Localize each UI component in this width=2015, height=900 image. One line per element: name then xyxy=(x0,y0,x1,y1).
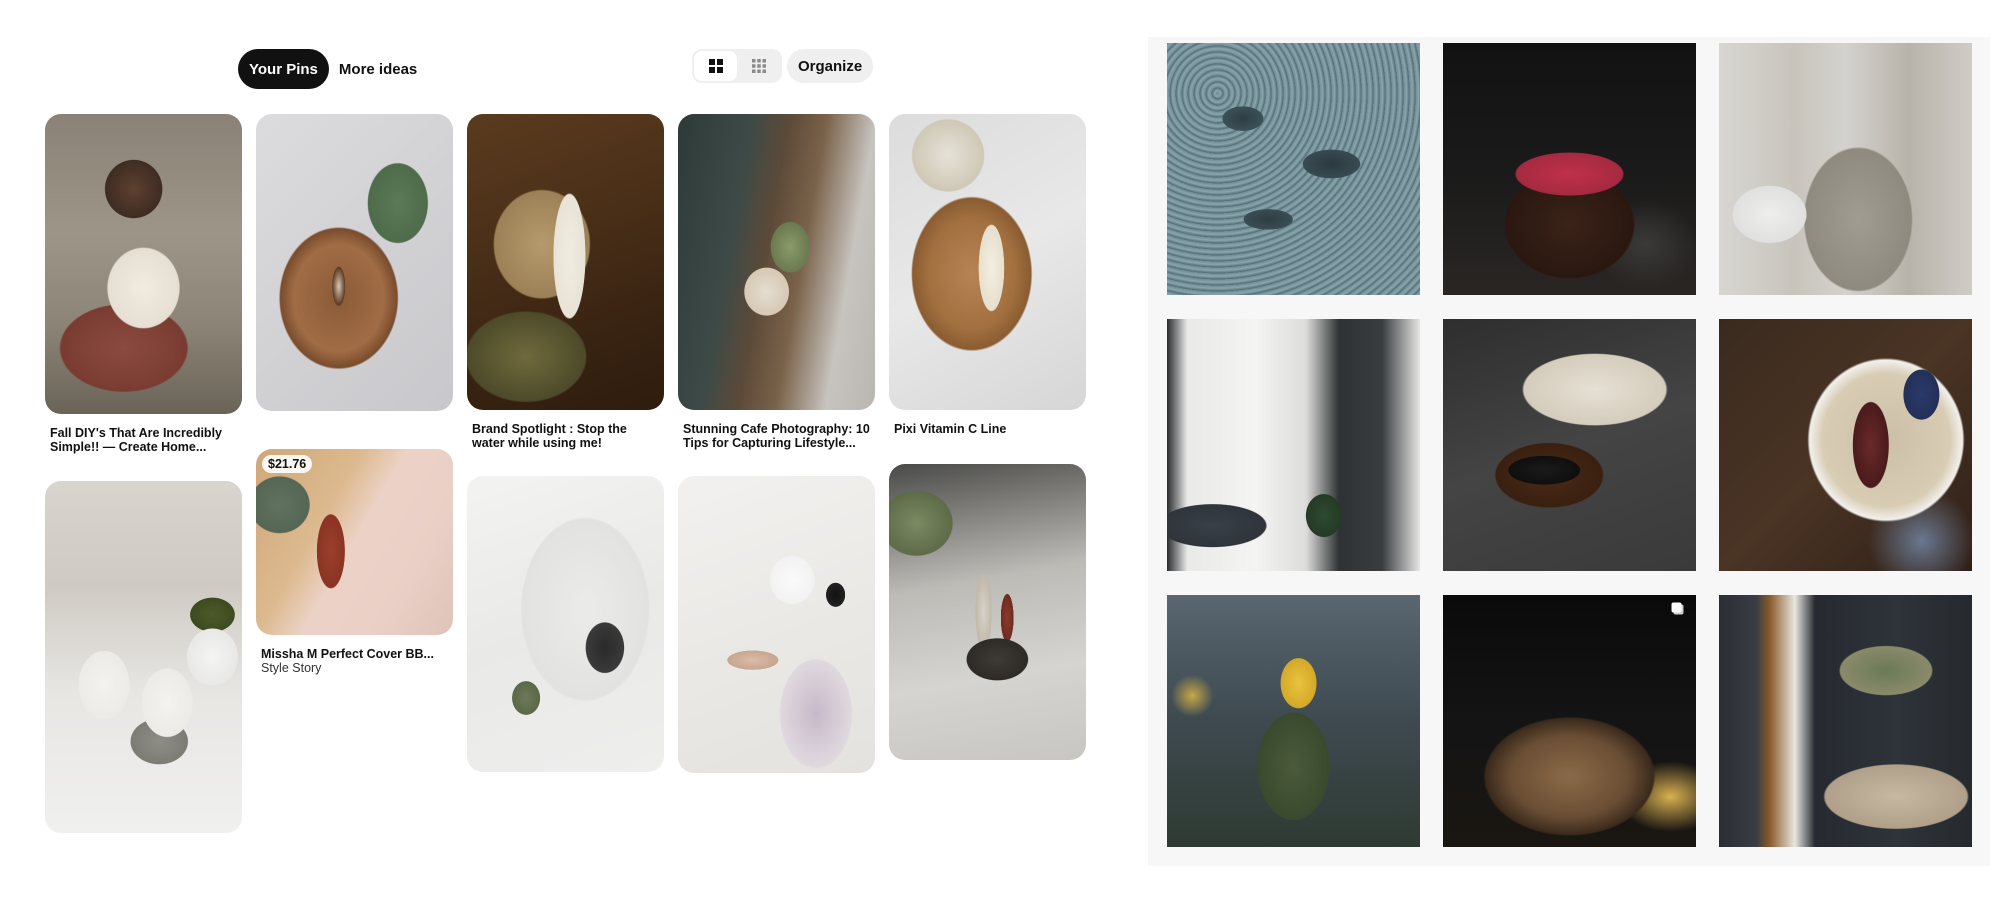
pin-subtitle: Style Story xyxy=(261,661,322,675)
photo-grid-panel xyxy=(1148,37,1990,866)
grid-2x2-icon xyxy=(708,59,723,73)
pin-title: Fall DIY's That Are Incredibly Simple!! … xyxy=(50,426,222,454)
grid-tile[interactable] xyxy=(1719,43,1972,295)
pin-card[interactable] xyxy=(45,481,242,833)
pin-image xyxy=(467,476,664,772)
default-view-button[interactable] xyxy=(694,51,737,81)
pin-card[interactable] xyxy=(467,476,664,772)
pins-tabs: Your Pins More ideas xyxy=(238,49,417,89)
grid-tile[interactable] xyxy=(1719,319,1972,571)
pin-card[interactable]: Pixi Vitamin C Line xyxy=(889,114,1086,436)
grid-tile[interactable] xyxy=(1719,595,1972,847)
grid-tile[interactable] xyxy=(1167,43,1420,295)
tab-more-ideas[interactable]: More ideas xyxy=(339,49,417,89)
pin-image xyxy=(45,481,242,833)
board-pins-panel: Your Pins More ideas Organize Fall DIY's… xyxy=(0,0,1120,900)
grid-tile[interactable] xyxy=(1443,319,1696,571)
pin-image xyxy=(678,476,875,773)
pin-card[interactable]: $21.76 Missha M Perfect Cover BB... Styl… xyxy=(256,449,453,675)
grid-tile[interactable] xyxy=(1167,595,1420,847)
pin-image xyxy=(678,114,875,410)
pin-title: Brand Spotlight : Stop the water while u… xyxy=(472,422,627,450)
multiple-images-icon xyxy=(1671,602,1684,615)
price-badge: $21.76 xyxy=(262,455,313,473)
compact-view-button[interactable] xyxy=(737,51,780,81)
pin-image xyxy=(889,464,1086,760)
pin-card[interactable]: Stunning Cafe Photography: 10 Tips for C… xyxy=(678,114,875,450)
pin-card[interactable] xyxy=(889,464,1086,760)
pin-image xyxy=(256,114,453,411)
pin-card[interactable]: Fall DIY's That Are Incredibly Simple!! … xyxy=(45,114,242,454)
pin-title: Stunning Cafe Photography: 10 Tips for C… xyxy=(683,422,870,450)
grid-tile[interactable] xyxy=(1443,43,1696,295)
pin-title: Missha M Perfect Cover BB... xyxy=(261,647,434,661)
pin-card[interactable]: Brand Spotlight : Stop the water while u… xyxy=(467,114,664,450)
tab-your-pins[interactable]: Your Pins xyxy=(238,49,329,89)
grid-3x3-icon xyxy=(751,59,766,73)
pin-image xyxy=(889,114,1086,410)
pin-image xyxy=(467,114,664,410)
view-switch xyxy=(692,49,782,83)
pin-card[interactable] xyxy=(678,476,875,773)
organize-button[interactable]: Organize xyxy=(787,49,874,83)
grid-tile[interactable] xyxy=(1167,319,1420,571)
pin-card[interactable] xyxy=(256,114,453,411)
pin-image: $21.76 xyxy=(256,449,453,635)
grid-tile[interactable] xyxy=(1443,595,1696,847)
pin-title: Pixi Vitamin C Line xyxy=(894,422,1007,436)
pin-image xyxy=(45,114,242,414)
